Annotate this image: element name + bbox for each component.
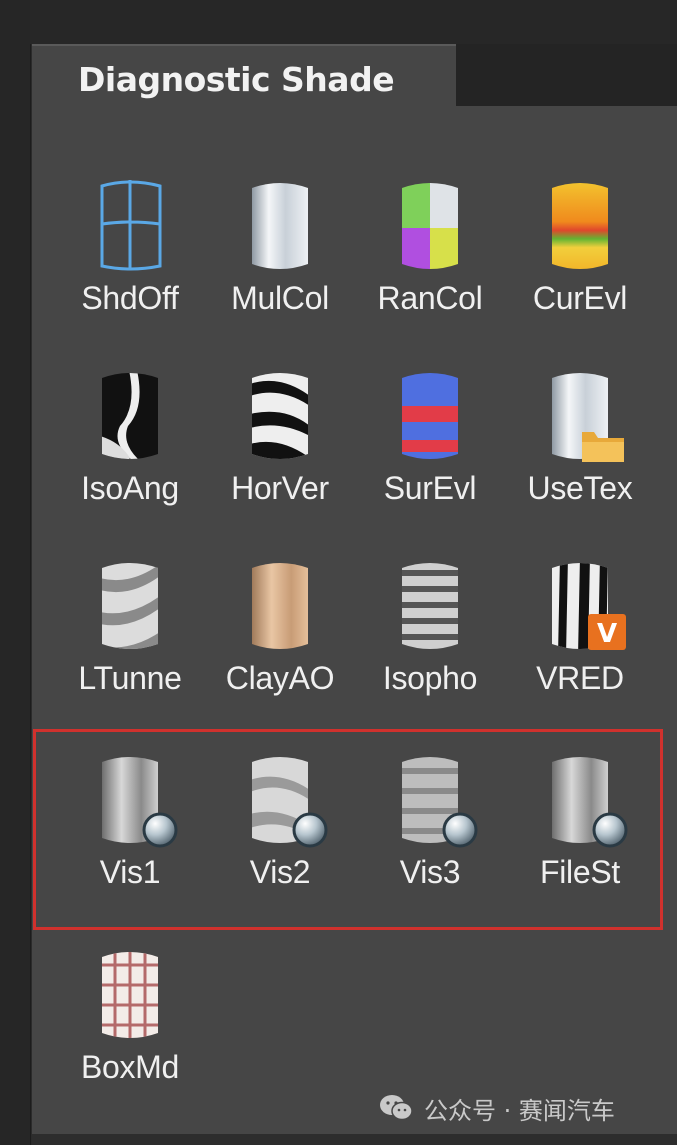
tool-filest-button[interactable]: FileSt (505, 750, 655, 940)
isophote-icon (402, 563, 458, 649)
tool-label: Vis3 (399, 854, 461, 890)
tab-label: Diagnostic Shade (78, 60, 395, 99)
tool-vis1-button[interactable]: Vis1 (55, 750, 205, 940)
light-tunnel-icon (102, 563, 158, 649)
tool-vred-button[interactable]: V VRED (505, 556, 655, 746)
tool-label: ClayAO (225, 660, 335, 696)
svg-text:V: V (597, 619, 617, 649)
random-color-icon (402, 183, 458, 269)
file-shader-icon (552, 757, 628, 848)
tool-label: VRED (536, 660, 624, 696)
tool-surevl-button[interactable]: SurEvl (355, 366, 505, 556)
tool-rancol-button[interactable]: RanCol (355, 176, 505, 366)
tool-mulcol-button[interactable]: MulCol (205, 176, 355, 366)
tool-label: BoxMd (80, 1049, 180, 1085)
isoangle-icon (102, 373, 158, 459)
horizontal-vertical-icon (252, 373, 308, 459)
tool-label: RanCol (377, 280, 483, 316)
tool-label: Vis2 (249, 854, 311, 890)
tool-label: IsoAng (81, 470, 179, 506)
multi-color-icon (252, 183, 308, 269)
clay-ao-icon (252, 563, 308, 649)
tool-label: Vis1 (99, 854, 161, 890)
use-texture-icon (552, 373, 624, 462)
tool-label: MulCol (231, 280, 329, 316)
tool-label: Isopho (382, 660, 478, 696)
tool-label: SurEvl (383, 470, 477, 506)
left-panel-edge (0, 0, 31, 1145)
tab-diagnostic-shade[interactable]: Diagnostic Shade (32, 44, 456, 106)
tool-label: CurEvl (532, 280, 628, 316)
tool-label: ShdOff (81, 280, 179, 316)
watermark: 公众号 · 赛闻汽车 (378, 1090, 615, 1126)
tool-vis2-button[interactable]: Vis2 (205, 750, 355, 940)
surface-evaluation-icon (402, 373, 458, 459)
visual-3-icon (402, 757, 478, 848)
tool-usetex-button[interactable]: UseTex (505, 366, 655, 556)
watermark-text: 公众号 · 赛闻汽车 (424, 1096, 615, 1125)
bottom-edge (32, 1134, 677, 1145)
box-mode-icon (102, 952, 158, 1038)
tool-clayao-button[interactable]: ClayAO (205, 556, 355, 746)
tool-isopho-button[interactable]: Isopho (355, 556, 505, 746)
tool-label: HorVer (231, 470, 329, 506)
tool-boxmd-button[interactable]: BoxMd (55, 945, 205, 1135)
tool-isoang-button[interactable]: IsoAng (55, 366, 205, 556)
tool-shdoff-button[interactable]: ShdOff (55, 176, 205, 366)
vred-icon: V (552, 563, 626, 650)
tab-bar-empty (456, 44, 677, 106)
tool-vis3-button[interactable]: Vis3 (355, 750, 505, 940)
tool-curevl-button[interactable]: CurEvl (505, 176, 655, 366)
shade-off-icon (100, 180, 162, 271)
visual-2-icon (252, 757, 328, 848)
wechat-icon (380, 1095, 413, 1121)
tool-label: UseTex (527, 470, 633, 506)
curvature-evaluation-icon (552, 183, 608, 269)
tool-horver-button[interactable]: HorVer (205, 366, 355, 556)
tool-label: FileSt (540, 854, 620, 890)
tool-ltunne-button[interactable]: LTunne (55, 556, 205, 746)
visual-1-icon (102, 757, 178, 848)
top-toolbar-strip (30, 0, 677, 44)
tool-label: LTunne (78, 660, 182, 696)
